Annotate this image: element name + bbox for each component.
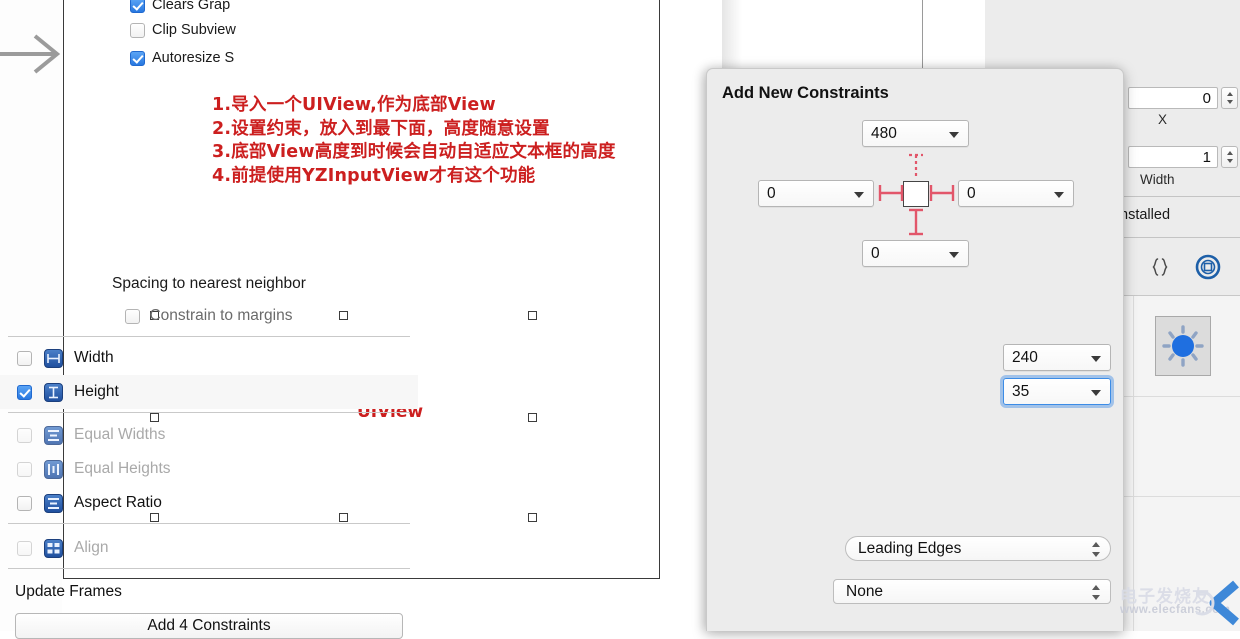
constraint-row-label: Height: [74, 383, 119, 400]
constraint-row-label: Aspect Ratio: [74, 494, 162, 511]
checkbox-icon[interactable]: [125, 308, 141, 324]
checkbox-icon[interactable]: [17, 384, 32, 400]
checkbox-label: Clears Grap: [152, 0, 231, 13]
watermark: 电子发烧友 www.elecfans.com: [1118, 576, 1240, 631]
inspector-sublabel-x: X: [1158, 112, 1168, 127]
spacing-top-value: 480: [871, 125, 897, 142]
inspector-field-width[interactable]: 1: [1128, 146, 1218, 168]
inspector-stepper-x[interactable]: [1221, 87, 1238, 109]
inspector-checkbox-clip-subviews[interactable]: Clip Subview: [130, 22, 236, 38]
annotation-line-4: 4.前提使用YZInputView才有这个功能: [212, 165, 536, 186]
checkbox-icon[interactable]: [17, 461, 32, 477]
dialog-title: Add New Constraints: [722, 84, 889, 102]
checkbox-icon[interactable]: [17, 495, 32, 511]
align-label: Align: [74, 539, 109, 556]
dialog-rule-4: [8, 568, 410, 569]
spacing-top-popup[interactable]: 480: [862, 120, 969, 147]
strut-trailing-icon[interactable]: [929, 182, 955, 204]
chevron-down-icon: [854, 192, 864, 198]
annotation-line-1: 1.导入一个UIView,作为底部View: [212, 95, 496, 115]
checkbox-label: Autoresize S: [152, 50, 235, 66]
update-frames-select[interactable]: None: [833, 579, 1111, 604]
spacing-bottom-value: 0: [871, 245, 880, 262]
chevron-down-icon: [949, 252, 959, 258]
inspector-stepper-width[interactable]: [1221, 146, 1238, 168]
spacing-caption: Spacing to nearest neighbor: [112, 275, 306, 292]
chevron-updown-icon: [1092, 584, 1101, 601]
constraint-target-box: [903, 181, 929, 207]
spacing-bottom-popup[interactable]: 0: [862, 240, 969, 267]
width-value-popup[interactable]: 240: [1003, 344, 1111, 371]
chevron-updown-icon: [1092, 541, 1101, 558]
library-item[interactable]: [1133, 296, 1232, 396]
spacing-leading-value: 0: [767, 185, 776, 202]
constrain-to-margins-label: Constrain to margins: [149, 307, 293, 324]
selection-handle-middle-right[interactable]: [528, 413, 537, 422]
constraint-row-aspect-ratio[interactable]: Aspect Ratio: [0, 486, 418, 520]
selection-handle-top-right[interactable]: [528, 311, 537, 320]
align-value: Leading Edges: [858, 540, 962, 557]
code-snippets-icon[interactable]: [1143, 250, 1177, 284]
add-constraints-button[interactable]: Add 4 Constraints: [15, 613, 403, 639]
constrain-to-margins-row[interactable]: Constrain to margins: [0, 307, 418, 325]
inspector-field-x[interactable]: 0: [1128, 87, 1218, 109]
object-library-icon[interactable]: [1191, 250, 1225, 284]
dialog-rule-3: [8, 523, 410, 524]
strut-bottom-icon[interactable]: [906, 208, 926, 238]
align-icon: [44, 538, 63, 558]
checkbox-label: Clip Subview: [152, 22, 236, 38]
spacing-leading-popup[interactable]: 0: [758, 180, 874, 207]
checkbox-icon[interactable]: [17, 350, 32, 366]
constraint-row-equal-widths[interactable]: Equal Widths: [0, 418, 418, 452]
dialog-rule-2: [8, 412, 410, 413]
watermark-logo-icon: [1196, 580, 1239, 626]
constraint-row-height[interactable]: Height: [0, 375, 418, 409]
strut-top-icon[interactable]: [906, 152, 926, 180]
constraint-row-label: Equal Widths: [74, 426, 166, 443]
aspect-ratio-icon: [44, 493, 63, 513]
constraint-row-align[interactable]: Align: [0, 531, 418, 565]
align-value-select[interactable]: Leading Edges: [845, 536, 1111, 561]
height-value-popup[interactable]: 35: [1003, 378, 1111, 405]
constraint-row-label: Equal Heights: [74, 460, 171, 477]
selection-handle-bottom-right[interactable]: [528, 513, 537, 522]
spacing-trailing-popup[interactable]: 0: [958, 180, 1074, 207]
chevron-down-icon: [1091, 356, 1101, 362]
annotation-line-3: 3.底部View高度到时候会自动自适应文本框的高度: [212, 142, 616, 162]
checkbox-icon[interactable]: [130, 50, 145, 66]
constraint-row-equal-heights[interactable]: Equal Heights: [0, 452, 418, 486]
strut-leading-icon[interactable]: [878, 182, 904, 204]
installed-label: Installed: [1116, 207, 1171, 223]
chevron-down-icon: [1054, 192, 1064, 198]
constraint-row-label: Width: [74, 349, 114, 366]
checkbox-icon[interactable]: [17, 540, 32, 556]
constraint-row-width[interactable]: Width: [0, 341, 418, 375]
checkbox-icon[interactable]: [130, 22, 145, 38]
update-frames-value: None: [846, 583, 884, 600]
inspector-checkbox-clears-graphics-context[interactable]: Clears Grap: [130, 0, 230, 13]
update-frames-label: Update Frames: [15, 583, 122, 600]
width-constraint-icon: [44, 348, 63, 368]
width-value: 240: [1012, 349, 1038, 366]
chevron-down-icon: [949, 132, 959, 138]
inspector-sublabel-width: Width: [1140, 172, 1175, 187]
equal-heights-icon: [44, 459, 63, 479]
activity-indicator-icon: [1154, 316, 1211, 376]
annotation-line-2: 2.设置约束，放入到最下面，高度随意设置: [212, 118, 550, 139]
height-constraint-icon: [44, 382, 63, 402]
inspector-checkbox-autoresize-subviews[interactable]: Autoresize S: [130, 50, 234, 66]
equal-widths-icon: [44, 425, 63, 445]
chevron-down-icon: [1091, 390, 1101, 396]
dialog-rule-1: [8, 336, 410, 337]
arrow-right-icon: [0, 34, 61, 74]
checkbox-icon[interactable]: [17, 427, 32, 443]
annotation-text-block: 1.导入一个UIView,作为底部View 2.设置约束，放入到最下面，高度随意…: [212, 94, 717, 188]
checkbox-icon[interactable]: [130, 0, 145, 13]
height-value: 35: [1012, 383, 1030, 400]
spacing-trailing-value: 0: [967, 185, 976, 202]
